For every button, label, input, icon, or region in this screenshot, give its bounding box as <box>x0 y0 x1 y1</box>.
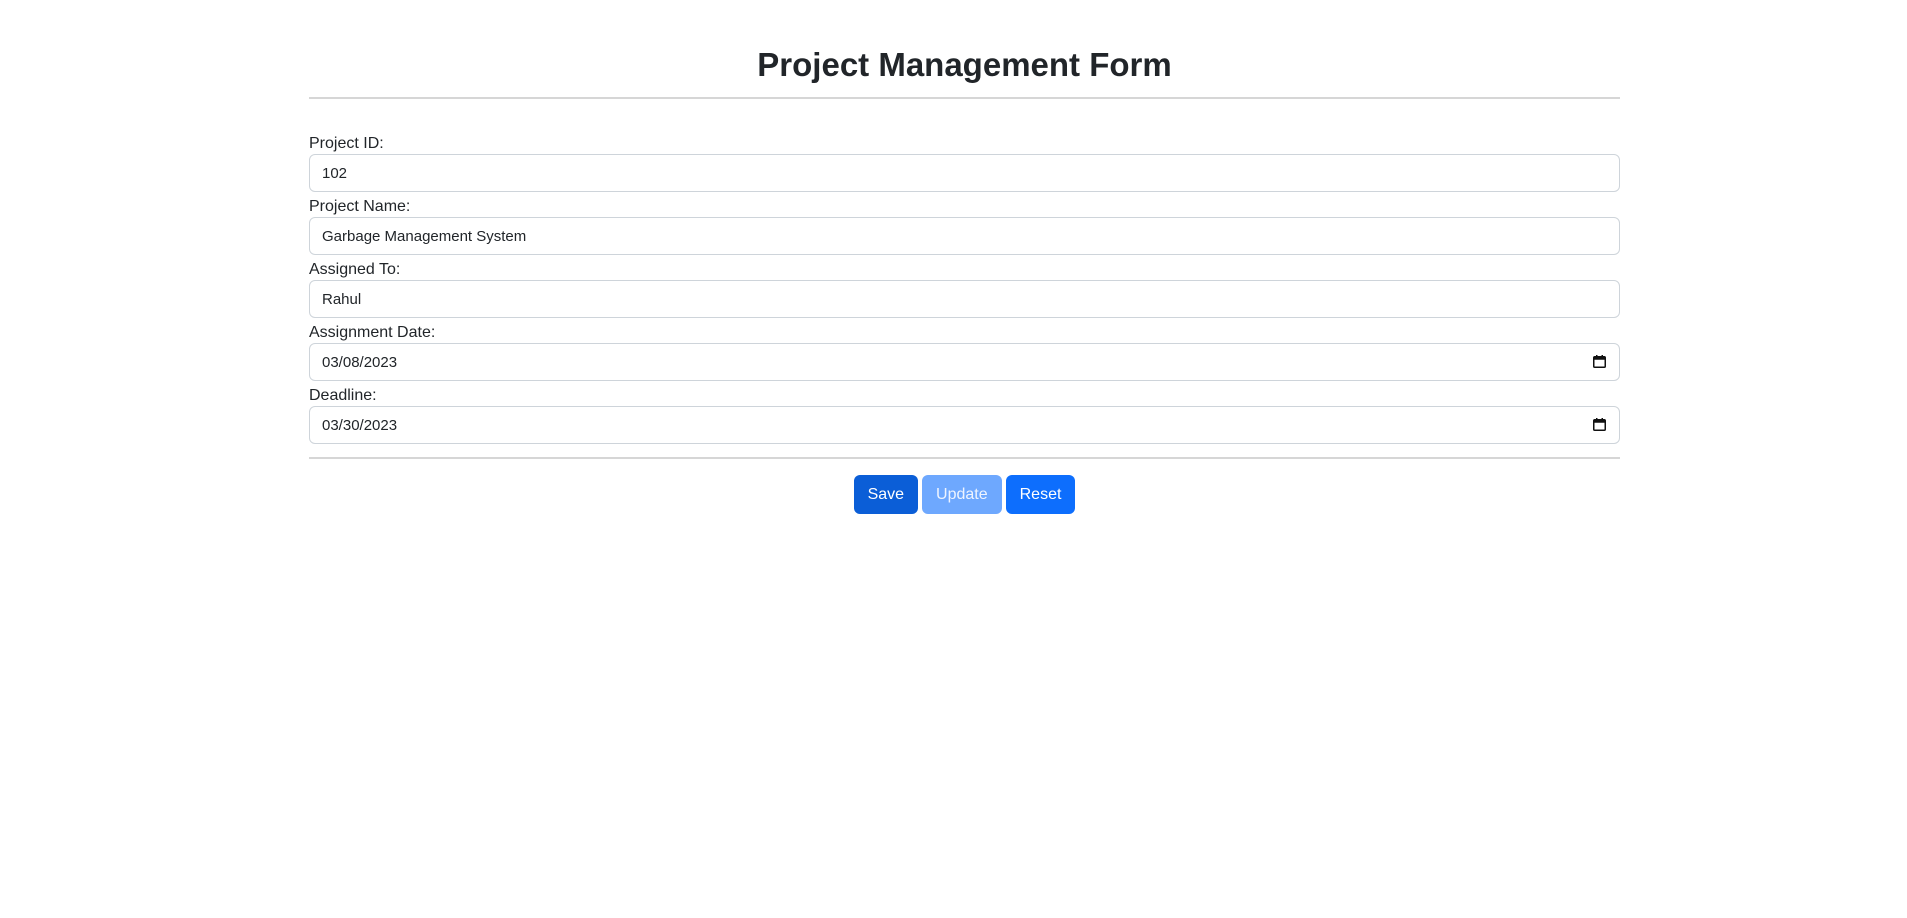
project-form: Project ID: Project Name: Assigned To: A… <box>309 99 1620 444</box>
project-form-container: Project Management Form Project ID: Proj… <box>309 0 1620 514</box>
update-button[interactable]: Update <box>922 475 1002 514</box>
reset-button[interactable]: Reset <box>1005 475 1076 514</box>
assigned-to-label: Assigned To: <box>309 261 401 278</box>
page-title: Project Management Form <box>757 46 1172 83</box>
deadline-label: Deadline: <box>309 387 377 404</box>
assigned-to-field: Assigned To: <box>309 260 1620 318</box>
project-name-label: Project Name: <box>309 198 411 215</box>
save-button[interactable]: Save <box>853 475 919 514</box>
project-id-input[interactable] <box>309 154 1620 192</box>
assignment-date-label: Assignment Date: <box>309 324 436 341</box>
project-id-label: Project ID: <box>309 135 384 152</box>
button-group: Save Update Reset <box>309 475 1620 514</box>
calendar-icon[interactable] <box>1593 418 1606 431</box>
deadline-field: Deadline: <box>309 386 1620 444</box>
assignment-date-input[interactable] <box>309 343 1620 381</box>
calendar-icon[interactable] <box>1593 355 1606 368</box>
project-name-field: Project Name: <box>309 197 1620 255</box>
form-divider <box>309 457 1620 459</box>
assignment-date-field: Assignment Date: <box>309 323 1620 381</box>
project-id-field: Project ID: <box>309 134 1620 192</box>
project-name-input[interactable] <box>309 217 1620 255</box>
deadline-input[interactable] <box>309 406 1620 444</box>
assigned-to-input[interactable] <box>309 280 1620 318</box>
